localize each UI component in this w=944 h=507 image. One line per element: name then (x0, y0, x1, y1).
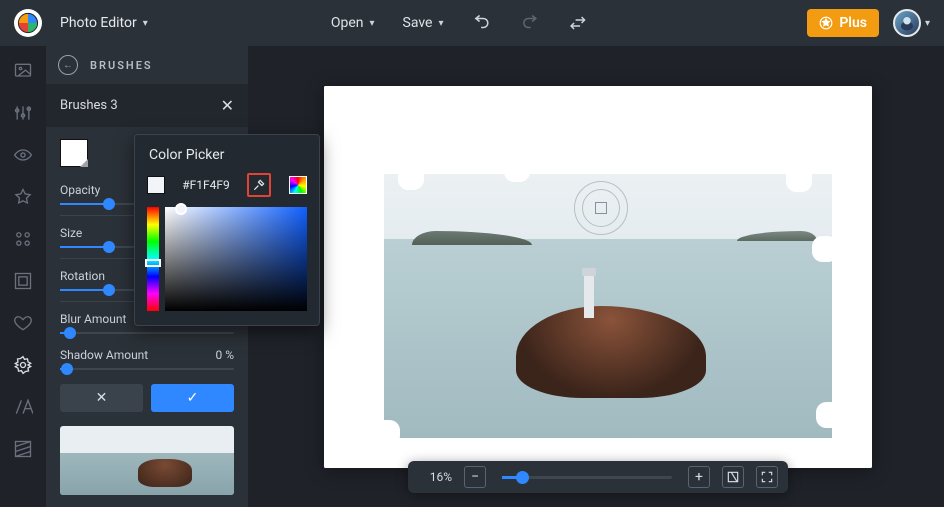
brush-preview-thumbnail[interactable] (60, 426, 234, 495)
topbar-right: Plus ▾ (807, 9, 930, 37)
zoom-slider[interactable] (502, 476, 672, 479)
app-title: Photo Editor (60, 15, 137, 31)
opacity-label: Opacity (60, 183, 100, 197)
brush-name: Brushes 3 (60, 98, 118, 113)
eyedropper-button[interactable] (247, 173, 271, 197)
saturation-value-field[interactable] (165, 207, 307, 311)
save-label: Save (403, 15, 433, 31)
zoom-out-button[interactable]: − (464, 466, 486, 488)
brush-name-row: Brushes 3 ✕ (46, 84, 248, 126)
tool-heart[interactable] (12, 312, 34, 334)
sv-cursor[interactable] (175, 203, 187, 215)
tool-text[interactable] (12, 396, 34, 418)
hex-input[interactable]: #F1F4F9 (171, 178, 241, 192)
zoom-in-button[interactable]: + (688, 466, 710, 488)
shadow-label: Shadow Amount (60, 348, 148, 362)
color-picker-popover: Color Picker #F1F4F9 (134, 134, 320, 326)
app-logo[interactable] (14, 9, 42, 37)
open-label: Open (331, 15, 364, 31)
chevron-down-icon: ▾ (925, 18, 930, 29)
compare-button[interactable] (568, 13, 588, 33)
zoom-thumb[interactable] (516, 471, 529, 484)
size-label: Size (60, 226, 82, 240)
confirm-row: ✕ ✓ (46, 374, 248, 422)
shadow-value: 0 % (215, 348, 234, 362)
tool-adjust[interactable] (12, 102, 34, 124)
fullscreen-button[interactable] (756, 466, 778, 488)
account-menu[interactable]: ▾ (893, 9, 930, 37)
fit-screen-button[interactable] (722, 466, 744, 488)
hue-thumb[interactable] (145, 259, 161, 267)
brush-cursor (574, 181, 628, 235)
open-menu[interactable]: Open ▾ (331, 15, 375, 31)
tool-visibility[interactable] (12, 144, 34, 166)
topbar-center: Open ▾ Save ▾ (331, 13, 588, 33)
close-icon[interactable]: ✕ (221, 96, 234, 115)
tool-star[interactable] (12, 186, 34, 208)
palette-button[interactable] (289, 176, 307, 194)
chevron-down-icon: ▾ (438, 18, 443, 29)
save-menu[interactable]: Save ▾ (403, 15, 444, 31)
blur-label: Blur Amount (60, 312, 126, 326)
cancel-button[interactable]: ✕ (60, 384, 143, 412)
color-swatch[interactable] (60, 139, 88, 167)
apply-button[interactable]: ✓ (151, 384, 234, 412)
color-picker-title: Color Picker (135, 135, 319, 173)
zoom-value: 16% (418, 470, 452, 484)
tool-shapes[interactable] (12, 228, 34, 250)
tool-frame[interactable] (12, 270, 34, 292)
hue-slider[interactable] (147, 207, 159, 311)
shadow-slider[interactable]: Shadow Amount 0 % (46, 338, 248, 374)
canvas[interactable] (324, 86, 872, 468)
tool-texture[interactable] (12, 438, 34, 460)
rotation-label: Rotation (60, 269, 105, 283)
chevron-down-icon: ▾ (369, 18, 374, 29)
app-title-dropdown[interactable]: Photo Editor ▾ (60, 15, 148, 31)
current-color-swatch[interactable] (147, 176, 165, 194)
back-button[interactable]: ← (58, 55, 78, 75)
upgrade-plus-button[interactable]: Plus (807, 9, 879, 37)
plus-label: Plus (839, 15, 867, 31)
panel-title: BRUSHES (90, 59, 153, 72)
main-shell: ← BRUSHES Brushes 3 ✕ Opacity Size Rotat… (0, 46, 944, 507)
canvas-area: 16% − + (248, 46, 944, 507)
zoom-toolbar: 16% − + (408, 461, 788, 493)
tool-image[interactable] (12, 60, 34, 82)
redo-button[interactable] (520, 13, 540, 33)
tool-settings[interactable] (12, 354, 34, 376)
undo-button[interactable] (472, 13, 492, 33)
chevron-down-icon: ▾ (143, 18, 148, 29)
avatar (893, 9, 921, 37)
panel-header: ← BRUSHES (46, 46, 248, 84)
top-bar: Photo Editor ▾ Open ▾ Save ▾ Plus (0, 0, 944, 46)
tool-rail (0, 46, 46, 507)
